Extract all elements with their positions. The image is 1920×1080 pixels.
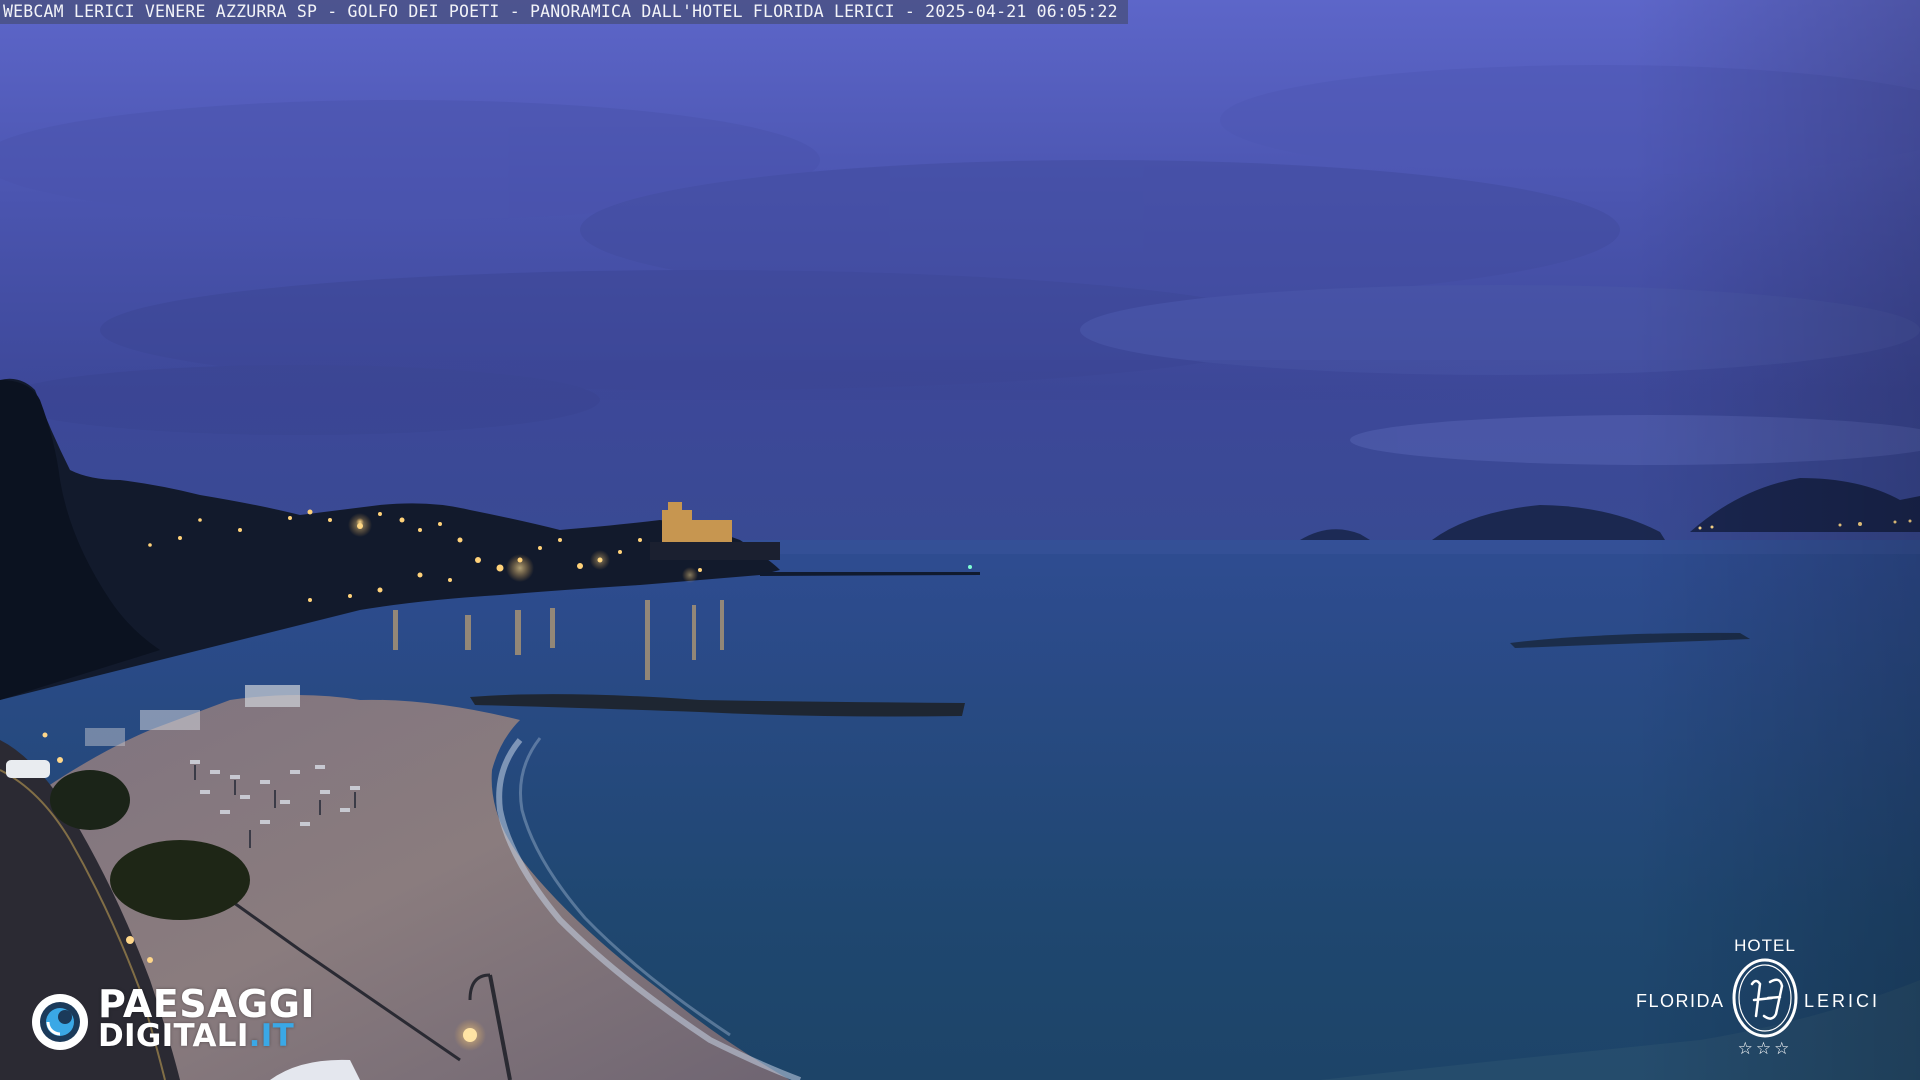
paesaggi-digitali-wordmark: PAESAGGI DIGITALI.IT <box>98 982 316 1052</box>
webcam-frame: WEBCAM LERICI VENERE AZZURRA SP - GOLFO … <box>0 0 1920 1080</box>
hotel-logo-florida-word: FLORIDA <box>1636 991 1725 1011</box>
webcam-scene <box>0 0 1920 1080</box>
logo-line-digitali: DIGITALI.IT <box>98 1020 315 1052</box>
webcam-caption: WEBCAM LERICI VENERE AZZURRA SP - GOLFO … <box>0 0 1128 24</box>
paesaggi-digitali-logo: PAESAGGI DIGITALI.IT <box>30 982 340 1058</box>
hotel-monogram-seal <box>1732 958 1798 1038</box>
hotel-florida-logo: HOTEL FLORIDA LERICI ☆☆☆ <box>1630 934 1900 1064</box>
logo-line-paesaggi: PAESAGGI <box>98 982 316 1026</box>
camera-lens-icon <box>32 994 88 1050</box>
logo-digitali-text: DIGITALI <box>98 1018 249 1054</box>
hotel-logo-stars: ☆☆☆ <box>1737 1039 1793 1058</box>
hotel-logo-hotel-word: HOTEL <box>1734 936 1796 955</box>
logo-tld-text: .IT <box>248 1018 295 1054</box>
hotel-logo-lerici-word: LERICI <box>1804 991 1881 1011</box>
